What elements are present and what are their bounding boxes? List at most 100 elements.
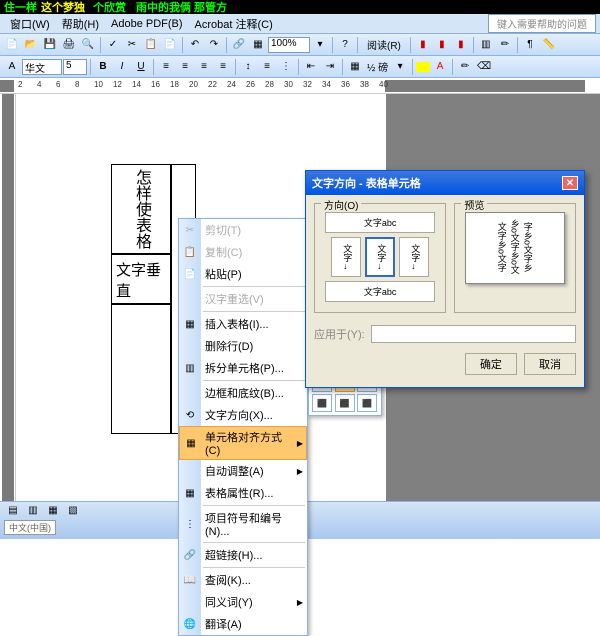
ruler-vertical[interactable]	[0, 94, 16, 514]
cm-synonyms[interactable]: 同义词(Y)▶	[179, 591, 307, 613]
help-search-box[interactable]: 键入需要帮助的问题	[488, 14, 596, 33]
eraser-icon[interactable]: ⌫	[475, 58, 493, 76]
justify-icon[interactable]: ≡	[214, 58, 232, 76]
zoom-combo[interactable]: 100%	[268, 37, 310, 53]
underline-button[interactable]: U	[132, 58, 150, 76]
apply-to-combo[interactable]	[371, 325, 576, 343]
font-combo[interactable]: 华文	[22, 59, 62, 75]
cm-hyperlink[interactable]: 🔗超链接(H)...	[179, 544, 307, 566]
pdf-icon[interactable]: ▮	[414, 36, 432, 54]
table-cell-3[interactable]	[111, 304, 171, 434]
align-right-icon[interactable]: ≡	[195, 58, 213, 76]
numbering-icon[interactable]: ≡	[258, 58, 276, 76]
font-color-icon[interactable]: A	[431, 58, 449, 76]
border-icon[interactable]: ▦	[346, 58, 364, 76]
table-props-icon: ▦	[182, 485, 198, 501]
orient-vert-3[interactable]: 文字→	[399, 237, 429, 277]
ruler-tick: 10	[94, 80, 103, 89]
cm-bullets[interactable]: ⋮项目符号和编号(N)...	[179, 507, 307, 541]
view-normal-icon[interactable]: ▤	[4, 501, 22, 519]
cm-insert-table[interactable]: ▦插入表格(I)...	[179, 313, 307, 335]
orient-horizontal-2[interactable]: 文字abc	[325, 281, 435, 302]
cm-translate[interactable]: 🌐翻译(A)	[179, 613, 307, 635]
menu-window[interactable]: 窗口(W)	[4, 16, 56, 32]
status-lang[interactable]: 中文(中国)	[4, 520, 56, 535]
italic-button[interactable]: I	[113, 58, 131, 76]
menu-help[interactable]: 帮助(H)	[56, 16, 105, 32]
cm-autofit[interactable]: 自动调整(A)▶	[179, 460, 307, 482]
orient-vert-1[interactable]: 文字→	[331, 237, 361, 277]
ruler-horizontal[interactable]: 246810121416182022242628303234363840	[0, 78, 600, 94]
ruler-tick: 12	[113, 80, 122, 89]
ruler-tick: 26	[246, 80, 255, 89]
preview-label: 预览	[461, 197, 487, 212]
cm-borders[interactable]: 边框和底纹(B)...	[179, 382, 307, 404]
border-dropdown-icon[interactable]: ▾	[391, 58, 409, 76]
save-icon[interactable]: 💾	[41, 36, 59, 54]
increase-indent-icon[interactable]: ⇥	[321, 58, 339, 76]
cm-cell-align[interactable]: ▦单元格对齐方式(C)▶	[179, 426, 307, 460]
context-menu: ✂剪切(T) 📋复制(C) 📄粘贴(P) 汉字重选(V) ▦插入表格(I)...…	[178, 218, 308, 636]
undo-icon[interactable]: ↶	[186, 36, 204, 54]
align-bottom-center[interactable]: ⬛	[335, 394, 355, 412]
submenu-arrow-icon: ▶	[297, 467, 303, 476]
bullets-icon[interactable]: ⋮	[277, 58, 295, 76]
copy-icon[interactable]: 📋	[142, 36, 160, 54]
link-icon[interactable]: 🔗	[230, 36, 248, 54]
line-spacing-icon[interactable]: ↕	[239, 58, 257, 76]
align-bottom-right[interactable]: ⬛	[357, 394, 377, 412]
cm-paste[interactable]: 📄粘贴(P)	[179, 263, 307, 285]
line-weight[interactable]: ½ 磅	[365, 59, 390, 74]
preview-icon[interactable]: 🔍	[79, 36, 97, 54]
columns-icon[interactable]: ▥	[477, 36, 495, 54]
menu-adobe-pdf[interactable]: Adobe PDF(B)	[105, 18, 189, 30]
read-mode-button[interactable]: 阅读(R)	[361, 37, 407, 52]
ruler-tick: 20	[189, 80, 198, 89]
redo-icon[interactable]: ↷	[205, 36, 223, 54]
ruler-icon[interactable]: 📏	[540, 36, 558, 54]
align-center-icon[interactable]: ≡	[176, 58, 194, 76]
close-button[interactable]: ✕	[562, 176, 578, 190]
decrease-indent-icon[interactable]: ⇤	[302, 58, 320, 76]
align-bottom-left[interactable]: ⬛	[312, 394, 332, 412]
orient-vert-2[interactable]: 文字→	[365, 237, 395, 277]
view-outline-icon[interactable]: ▧	[64, 501, 82, 519]
bold-button[interactable]: B	[94, 58, 112, 76]
draw-table-icon[interactable]: ✏	[456, 58, 474, 76]
new-doc-icon[interactable]: 📄	[3, 36, 21, 54]
ok-button[interactable]: 确定	[465, 353, 517, 375]
view-web-icon[interactable]: ▥	[24, 501, 42, 519]
menu-acrobat[interactable]: Acrobat 注释(C)	[189, 16, 279, 32]
dialog-title: 文字方向 - 表格单元格	[312, 175, 421, 191]
drawing-icon[interactable]: ✏	[496, 36, 514, 54]
cm-delete-row[interactable]: 删除行(D)	[179, 335, 307, 357]
paste-icon[interactable]: 📄	[161, 36, 179, 54]
print-icon[interactable]: 🖨	[60, 36, 78, 54]
table-cell-2[interactable]: 文字垂直中	[111, 254, 171, 304]
dialog-title-bar[interactable]: 文字方向 - 表格单元格 ✕	[306, 171, 584, 195]
cm-lookup[interactable]: 📖查阅(K)...	[179, 569, 307, 591]
cut-icon[interactable]: ✂	[123, 36, 141, 54]
view-print-icon[interactable]: ▦	[44, 501, 62, 519]
ruler-tick: 14	[132, 80, 141, 89]
show-marks-icon[interactable]: ¶	[521, 36, 539, 54]
align-left-icon[interactable]: ≡	[157, 58, 175, 76]
help-icon[interactable]: ?	[336, 36, 354, 54]
highlight-icon[interactable]	[416, 62, 430, 72]
table-icon[interactable]: ▦	[249, 36, 267, 54]
ruler-tick: 30	[284, 80, 293, 89]
text-direction-icon: ⟲	[182, 407, 198, 423]
cancel-button[interactable]: 取消	[524, 353, 576, 375]
zoom-dropdown-icon[interactable]: ▾	[311, 36, 329, 54]
orient-horizontal[interactable]: 文字abc	[325, 212, 435, 233]
open-icon[interactable]: 📂	[22, 36, 40, 54]
spell-icon[interactable]: ✓	[104, 36, 122, 54]
cm-text-direction[interactable]: ⟲文字方向(X)...	[179, 404, 307, 426]
style-icon[interactable]: A	[3, 58, 21, 76]
cm-split-cells[interactable]: ▥拆分单元格(P)...	[179, 357, 307, 379]
table-cell-1[interactable]: 怎样使表格	[111, 164, 171, 254]
pdf-mail-icon[interactable]: ▮	[433, 36, 451, 54]
size-combo[interactable]: 5	[63, 59, 87, 75]
cm-table-props[interactable]: ▦表格属性(R)...	[179, 482, 307, 504]
pdf-review-icon[interactable]: ▮	[452, 36, 470, 54]
